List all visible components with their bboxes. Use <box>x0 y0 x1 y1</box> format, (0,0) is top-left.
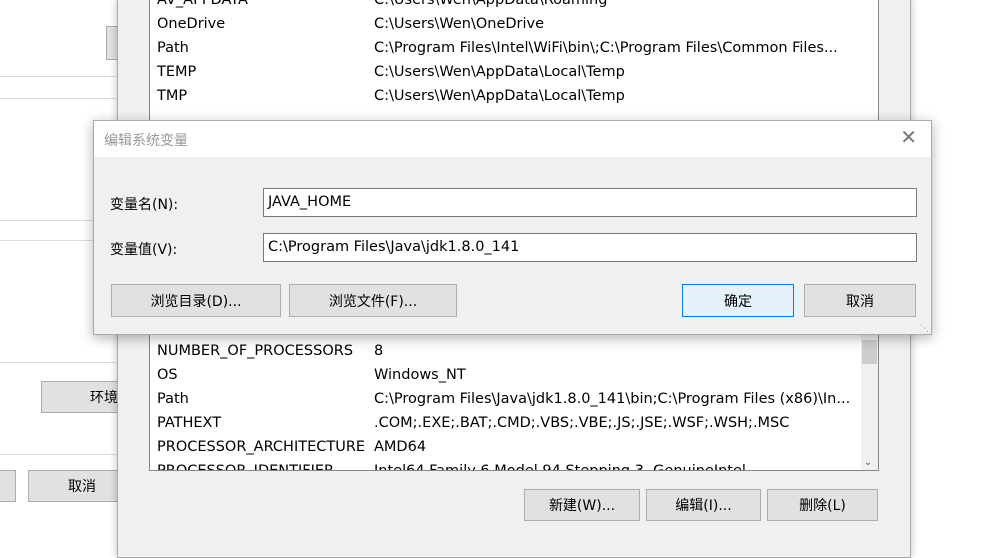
variable-value: .COM;.EXE;.BAT;.CMD;.VBS;.VBE;.JS;.JSE;.… <box>374 415 790 431</box>
variable-value: C:\Users\Wen\AppData\Local\Temp <box>374 64 625 80</box>
variable-value: C:\Program Files\Intel\WiFi\bin\;C:\Prog… <box>374 40 838 56</box>
delete-label: 删除(L) <box>799 498 846 514</box>
variable-value-input[interactable]: C:\Program Files\Java\jdk1.8.0_141 <box>263 233 917 262</box>
ok-label: 确定 <box>724 293 752 310</box>
variable-value: AMD64 <box>374 439 427 455</box>
cancel-label: 取消 <box>846 293 874 310</box>
variable-name-input[interactable]: JAVA_HOME <box>263 188 917 217</box>
dialog-title: 编辑系统变量 <box>104 133 188 149</box>
value-label: 变量值(V): <box>110 242 178 258</box>
variable-name: OneDrive <box>157 16 226 32</box>
scrollbar-thumb[interactable] <box>862 340 877 364</box>
variable-name: TEMP <box>157 64 197 80</box>
left-cancel-button[interactable]: 取消 <box>28 470 128 502</box>
ok-button[interactable] <box>0 470 16 502</box>
browse-dir-label: 浏览目录(D)... <box>150 293 242 310</box>
resize-grip-icon[interactable]: ⋱ <box>920 324 929 334</box>
variable-name: OS <box>157 367 178 383</box>
edit-system-variable-dialog: 编辑系统变量 ✕ 变量名(N): JAVA_HOME 变量值(V): C:\Pr… <box>93 120 932 335</box>
variable-name: PATHEXT <box>157 415 222 431</box>
variable-name: Path <box>157 391 189 407</box>
variable-name: AV_APPDATA <box>157 0 248 8</box>
ok-button[interactable]: 确定 <box>682 284 794 317</box>
new-button[interactable]: 新建(W)... <box>524 489 640 521</box>
variable-value: 8 <box>374 343 384 359</box>
scrollbar[interactable]: ⌄ <box>861 320 878 470</box>
variable-value: Intel64 Family 6 Model 94 Stepping 3, Ge… <box>374 463 746 471</box>
user-variables-list[interactable]: AV_APPDATA C:\Users\Wen\AppData\Roaming On… <box>149 0 879 124</box>
variable-name: PROCESSOR_IDENTIFIER <box>157 463 335 471</box>
variable-name: PROCESSOR_ARCHITECTURE <box>157 439 366 455</box>
variable-value: Windows_NT <box>374 367 466 383</box>
variable-name: TMP <box>157 88 188 104</box>
variable-value: C:\Users\Wen\OneDrive <box>374 16 545 32</box>
variable-name: Path <box>157 40 189 56</box>
delete-button[interactable]: 删除(L) <box>767 489 878 521</box>
variable-name: NUMBER_OF_PROCESSORS <box>157 343 354 359</box>
system-variables-list[interactable]: NUMBER_OF_PROCESSORS 8 OS Windows_NT Path C:\… <box>149 319 879 471</box>
name-label: 变量名(N): <box>110 197 179 213</box>
env-button-label: 环境 <box>90 390 118 406</box>
close-icon[interactable]: ✕ <box>900 125 917 149</box>
variable-value: C:\Users\Wen\AppData\Roaming <box>374 0 608 8</box>
variable-value: C:\Program Files\Java\jdk1.8.0_141\bin;C… <box>374 391 851 407</box>
cancel-button[interactable]: 取消 <box>804 284 916 317</box>
edit-button[interactable]: 编辑(I)... <box>646 489 761 521</box>
variable-value: C:\Users\Wen\AppData\Local\Temp <box>374 88 625 104</box>
browse-directory-button[interactable]: 浏览目录(D)... <box>111 284 281 317</box>
edit-label: 编辑(I)... <box>675 498 732 514</box>
browse-file-button[interactable]: 浏览文件(F)... <box>289 284 457 317</box>
cancel-label: 取消 <box>68 479 96 495</box>
scroll-down-icon[interactable]: ⌄ <box>864 457 872 468</box>
browse-file-label: 浏览文件(F)... <box>328 293 418 310</box>
title-bar: 编辑系统变量 ✕ <box>94 121 931 157</box>
new-label: 新建(W)... <box>548 498 616 514</box>
